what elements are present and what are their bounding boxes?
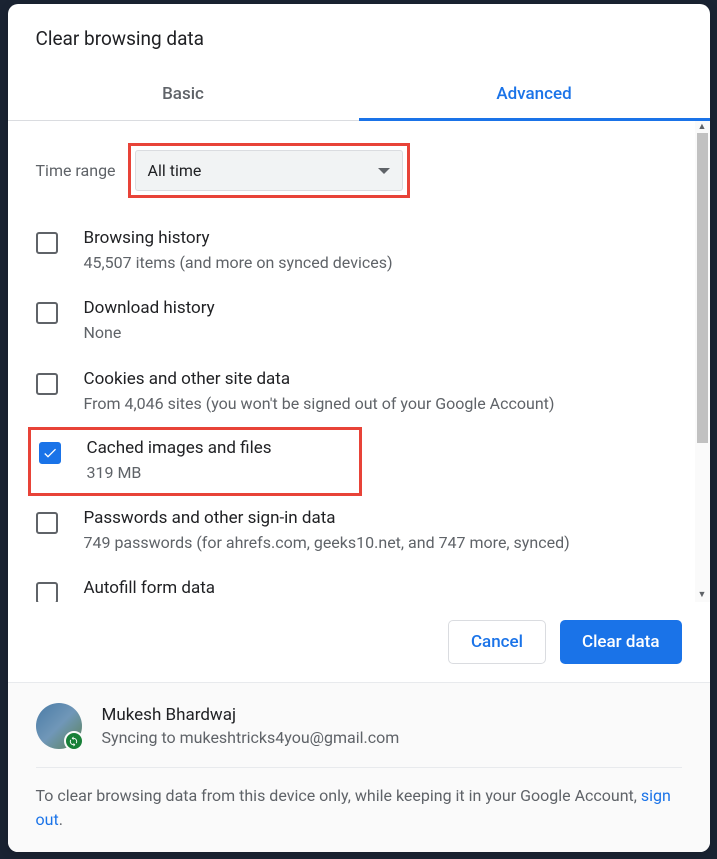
option-download-history: Download history None <box>36 286 682 356</box>
tabs: Basic Advanced <box>8 68 710 121</box>
clear-data-button[interactable]: Clear data <box>560 620 682 664</box>
option-text: Download history None <box>84 298 682 344</box>
clear-browsing-data-dialog: Clear browsing data Basic Advanced ▲ ▼ T… <box>8 4 710 852</box>
options-list: Browsing history 45,507 items (and more … <box>8 216 710 602</box>
sync-section: Mukesh Bhardwaj Syncing to mukeshtricks4… <box>8 682 710 852</box>
option-title: Download history <box>84 298 682 318</box>
scrollbar[interactable]: ▲ ▼ <box>695 121 710 602</box>
option-text: Cookies and other site data From 4,046 s… <box>84 369 682 415</box>
tab-basic[interactable]: Basic <box>8 68 359 120</box>
scroll-content: Time range All time Browsing history 45,… <box>8 121 710 602</box>
checkbox-cookies[interactable] <box>36 373 58 395</box>
option-browsing-history: Browsing history 45,507 items (and more … <box>36 216 682 286</box>
dialog-footer: Cancel Clear data <box>8 602 710 682</box>
checkbox-cached[interactable] <box>39 442 61 464</box>
sync-user-name: Mukesh Bhardwaj <box>102 705 400 725</box>
option-title: Passwords and other sign-in data <box>84 508 682 528</box>
sync-note-end: . <box>59 810 63 829</box>
option-text: Browsing history 45,507 items (and more … <box>84 228 682 274</box>
option-text: Passwords and other sign-in data 749 pas… <box>84 508 682 554</box>
option-subtitle: 319 MB <box>87 462 353 484</box>
time-range-value: All time <box>148 161 202 180</box>
option-subtitle: 45,507 items (and more on synced devices… <box>84 252 682 274</box>
content-area: ▲ ▼ Time range All time Browsing hist <box>8 121 710 602</box>
cancel-button[interactable]: Cancel <box>448 620 546 664</box>
tab-advanced[interactable]: Advanced <box>359 68 710 120</box>
option-subtitle: 749 passwords (for ahrefs.com, geeks10.n… <box>84 532 682 554</box>
checkbox-autofill[interactable] <box>36 582 58 602</box>
sync-header: Mukesh Bhardwaj Syncing to mukeshtricks4… <box>36 703 682 768</box>
option-subtitle: From 4,046 sites (you won't be signed ou… <box>84 393 682 415</box>
annotation-highlight-cached: Cached images and files 319 MB <box>28 427 362 495</box>
sync-info: Mukesh Bhardwaj Syncing to mukeshtricks4… <box>102 705 400 747</box>
avatar <box>36 703 82 749</box>
sync-note: To clear browsing data from this device … <box>36 784 682 832</box>
annotation-highlight-time-range: All time <box>128 143 410 198</box>
option-title: Autofill form data <box>84 578 682 598</box>
scroll-down-icon[interactable]: ▼ <box>698 591 707 600</box>
dialog-title: Clear browsing data <box>8 4 710 68</box>
time-range-select[interactable]: All time <box>135 150 403 191</box>
checkmark-icon <box>42 445 58 461</box>
option-subtitle: None <box>84 322 682 344</box>
option-autofill: Autofill form data <box>36 566 682 602</box>
option-title: Browsing history <box>84 228 682 248</box>
sync-note-text: To clear browsing data from this device … <box>36 786 641 805</box>
scrollbar-thumb[interactable] <box>697 133 708 443</box>
option-passwords: Passwords and other sign-in data 749 pas… <box>36 496 682 566</box>
scroll-up-icon[interactable]: ▲ <box>698 123 707 132</box>
option-text: Autofill form data <box>84 578 682 602</box>
option-title: Cookies and other site data <box>84 369 682 389</box>
chevron-down-icon <box>378 168 390 174</box>
sync-badge-icon <box>64 731 84 751</box>
time-range-label: Time range <box>36 161 116 180</box>
checkbox-browsing-history[interactable] <box>36 232 58 254</box>
checkbox-download-history[interactable] <box>36 302 58 324</box>
option-title: Cached images and files <box>87 438 353 458</box>
option-cookies: Cookies and other site data From 4,046 s… <box>36 357 682 427</box>
time-range-row: Time range All time <box>8 121 710 216</box>
checkbox-passwords[interactable] <box>36 512 58 534</box>
option-text: Cached images and files 319 MB <box>87 438 353 484</box>
sync-status: Syncing to mukeshtricks4you@gmail.com <box>102 728 400 747</box>
